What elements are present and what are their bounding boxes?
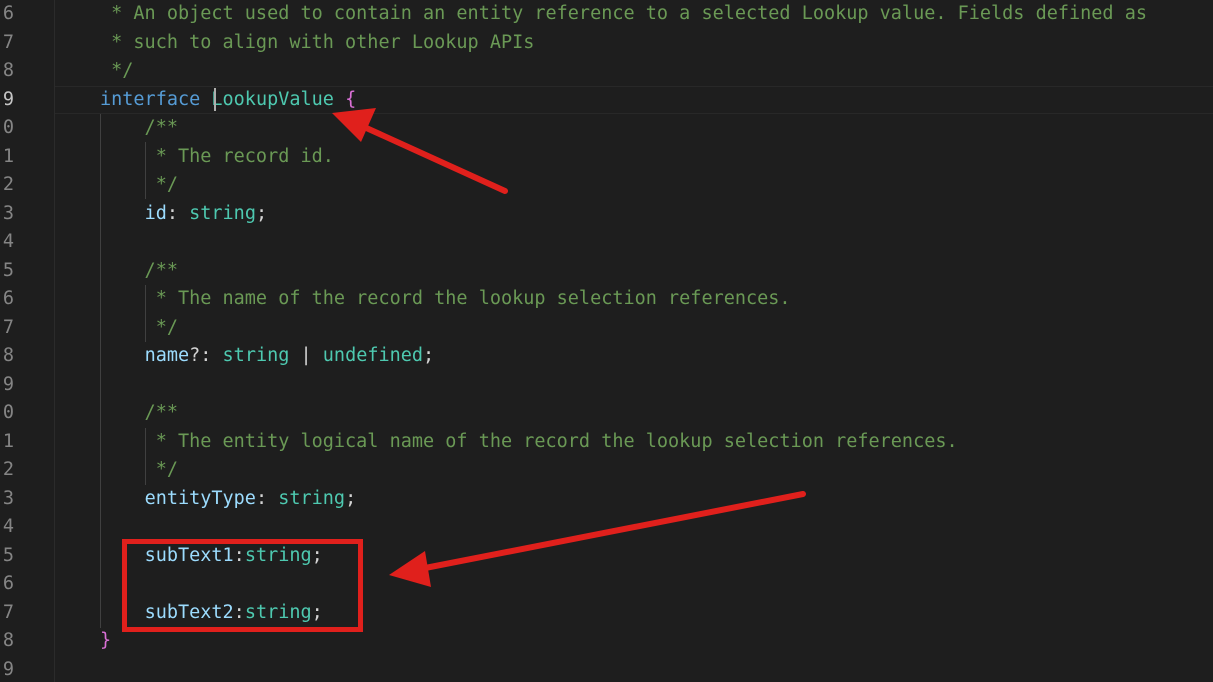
code-token: */ [100, 174, 178, 195]
code-line: */ [100, 57, 133, 86]
code-token: | [289, 345, 323, 366]
line-number: 9 [2, 658, 14, 680]
code-token: ?: [189, 345, 223, 366]
code-token: * An object used to contain an entity re… [100, 3, 1147, 24]
code-token: * The name of the record the lookup sele… [100, 288, 791, 309]
code-line: interface LookupValue { [100, 86, 356, 115]
code-token: */ [100, 60, 134, 81]
code-token: subText2 [144, 601, 234, 623]
line-number: 7 [2, 316, 14, 338]
line-number: 9 [2, 88, 14, 110]
code-token: ; [255, 202, 268, 224]
code-token: /** [100, 117, 178, 138]
code-token: * The record id. [100, 145, 334, 167]
code-token: */ [100, 316, 178, 338]
code-token: : [255, 487, 279, 509]
code-token: entityType [144, 487, 256, 509]
code-line: id: string; [100, 200, 268, 229]
line-number: 2 [2, 459, 14, 480]
code-line: entityType: string; [100, 485, 357, 514]
line-number: 8 [2, 60, 14, 81]
line-number: 9 [2, 373, 14, 395]
line-number: 5 [2, 544, 14, 566]
line-number: 8 [2, 345, 14, 366]
line-number: 2 [2, 174, 14, 195]
line-number: 0 [2, 117, 14, 138]
code-token: /** [100, 402, 178, 423]
code-line: * An object used to contain an entity re… [100, 0, 1147, 29]
code-token: subText1 [144, 544, 234, 566]
code-line: * The entity logical name of the record … [100, 428, 958, 457]
code-token: string [278, 487, 346, 509]
code-token: ; [311, 601, 323, 623]
arrow-to-interface-name [332, 108, 508, 194]
code-token: name [144, 345, 190, 366]
code-token: ; [423, 345, 435, 366]
code-editor[interactable]: 6 7 8 9 0 1 2 3 4 5 6 7 8 9 0 1 2 3 4 5 6 7 8 9 * An object use… [0, 0, 1213, 682]
code-line: */ [100, 171, 178, 200]
code-token: ; [311, 544, 323, 566]
code-token: interface [100, 88, 201, 110]
code-line: * such to align with other Lookup APIs [100, 29, 534, 58]
code-line: /** [100, 399, 178, 428]
code-token: * The entity logical name of the record … [100, 430, 958, 452]
line-number: 3 [2, 487, 14, 509]
code-token: id [144, 202, 167, 224]
code-token: /** [100, 259, 178, 281]
code-token: * such to align with other Lookup APIs [100, 31, 535, 53]
code-line: * The record id. [100, 143, 334, 172]
text-cursor [214, 88, 216, 111]
code-token: } [100, 630, 112, 651]
code-token: */ [100, 459, 178, 480]
line-number: 0 [2, 402, 14, 423]
line-number: 3 [2, 202, 14, 224]
code-line: /** [100, 114, 178, 143]
code-token: LookupValue [211, 88, 334, 110]
code-token: string [244, 544, 312, 566]
code-token: : [233, 601, 245, 623]
arrow-to-new-fields [389, 491, 806, 587]
line-number: 1 [2, 430, 14, 452]
line-number: 6 [2, 3, 14, 24]
code-token: ; [345, 487, 357, 509]
code-line: name?: string | undefined; [100, 342, 435, 371]
line-number: 5 [2, 259, 14, 281]
line-number: 8 [2, 630, 14, 651]
line-number: 7 [2, 601, 14, 623]
code-line: /** [100, 257, 178, 286]
code-line: subText2:string; [100, 599, 323, 628]
line-number: 6 [2, 573, 14, 594]
line-number-gutter: 6 7 8 9 0 1 2 3 4 5 6 7 8 9 0 1 2 3 4 5 6 7 8 9 [0, 0, 55, 682]
code-line: */ [100, 314, 178, 343]
code-token: { [345, 88, 357, 110]
code-line: */ [100, 456, 178, 485]
code-line: * The name of the record the lookup sele… [100, 285, 791, 314]
line-number: 4 [2, 516, 14, 537]
code-token: string [244, 601, 312, 623]
code-token: undefined [322, 345, 424, 366]
code-line: } [100, 627, 111, 656]
code-line: subText1:string; [100, 542, 323, 571]
line-number: 1 [2, 145, 14, 167]
code-token: string [189, 202, 256, 224]
code-token: string [222, 345, 290, 366]
line-number: 6 [2, 288, 14, 309]
line-number: 4 [2, 231, 14, 252]
code-token: : [166, 202, 190, 224]
code-token: : [233, 544, 245, 566]
line-number: 7 [2, 31, 14, 53]
